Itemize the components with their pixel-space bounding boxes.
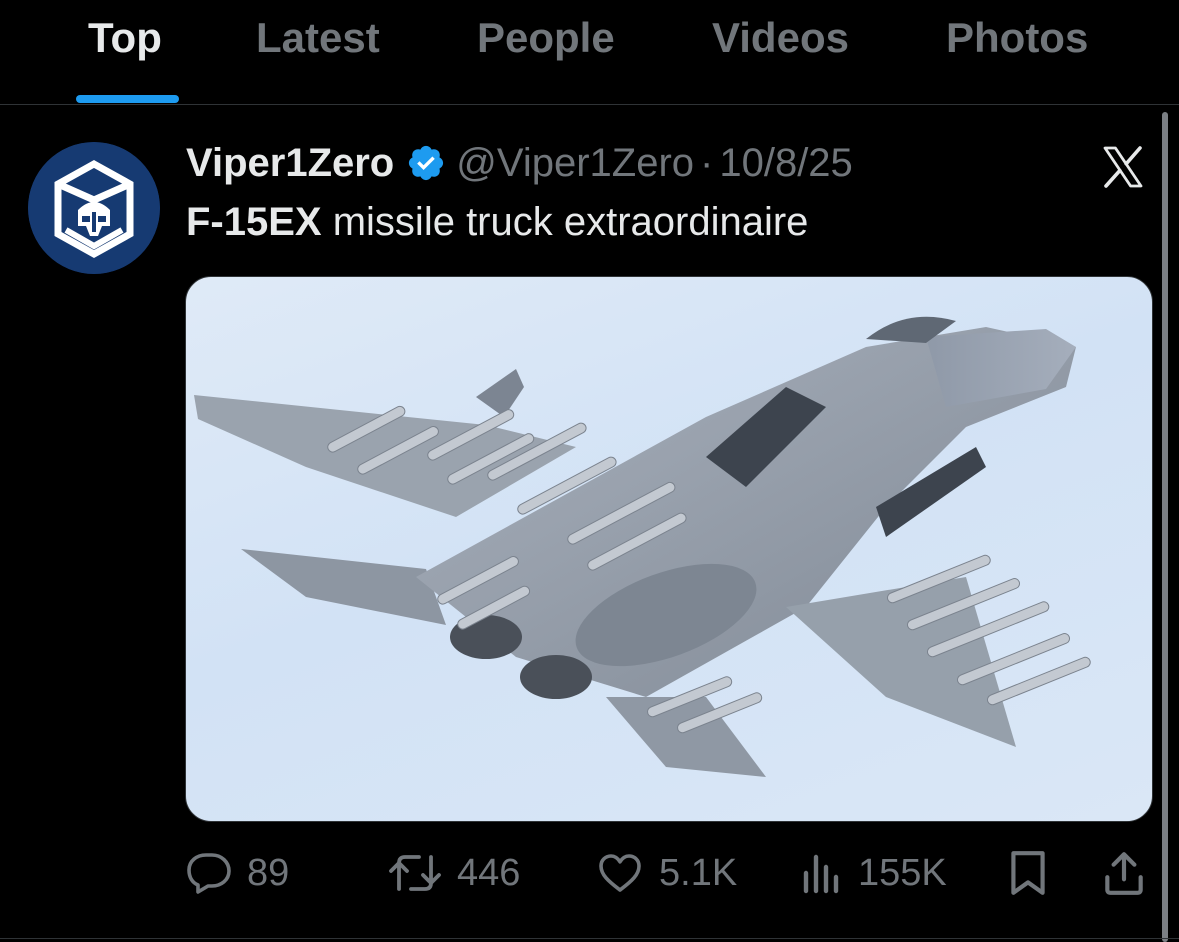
heart-icon bbox=[599, 854, 641, 892]
views-button[interactable]: 155K bbox=[800, 845, 947, 901]
separator-dot: · bbox=[700, 140, 714, 185]
like-button[interactable]: 5.1K bbox=[595, 845, 737, 901]
avatar[interactable] bbox=[28, 142, 160, 274]
tweet-media-image[interactable] bbox=[185, 276, 1153, 822]
tab-videos[interactable]: Videos bbox=[712, 14, 849, 64]
tab-latest[interactable]: Latest bbox=[256, 14, 380, 64]
share-button[interactable] bbox=[1101, 845, 1147, 901]
reply-icon bbox=[187, 853, 231, 894]
tweet-text: F-15EX missile truck extraordinaire bbox=[186, 200, 808, 245]
fighter-jet-photo bbox=[194, 316, 1091, 777]
views-icon bbox=[803, 854, 839, 894]
search-tabs: Top Latest People Videos Photos bbox=[0, 0, 1179, 105]
tab-people[interactable]: People bbox=[477, 14, 615, 64]
tweet-card[interactable]: Viper1Zero @Viper1Zero · 10/8/25 F-15EX … bbox=[0, 105, 1179, 942]
repost-icon bbox=[389, 855, 441, 891]
bookmark-icon bbox=[1011, 851, 1045, 895]
share-icon bbox=[1105, 852, 1143, 895]
x-logo-icon[interactable] bbox=[1098, 143, 1148, 191]
tweet-text-body: missile truck extraordinaire bbox=[321, 200, 809, 244]
verified-badge-icon bbox=[409, 145, 444, 181]
reply-button[interactable]: 89 bbox=[185, 845, 289, 901]
tab-top[interactable]: Top bbox=[88, 14, 162, 64]
divider bbox=[0, 938, 1179, 939]
repost-count: 446 bbox=[457, 851, 521, 894]
repost-button[interactable]: 446 bbox=[387, 845, 520, 901]
bookmark-button[interactable] bbox=[1007, 845, 1049, 901]
active-tab-indicator bbox=[76, 95, 179, 103]
helmet-logo-icon bbox=[28, 142, 160, 274]
display-name[interactable]: Viper1Zero bbox=[186, 141, 394, 186]
tweet-actions: 89 446 5.1K 155K bbox=[185, 845, 1151, 901]
tweet-header: Viper1Zero @Viper1Zero · 10/8/25 bbox=[186, 139, 853, 187]
tweet-text-bold: F-15EX bbox=[186, 200, 322, 244]
scrollbar[interactable] bbox=[1162, 112, 1168, 942]
tab-photos[interactable]: Photos bbox=[946, 14, 1088, 64]
reply-count: 89 bbox=[247, 851, 290, 894]
views-count: 155K bbox=[858, 851, 947, 894]
user-handle[interactable]: @Viper1Zero bbox=[456, 141, 694, 186]
tweet-date[interactable]: 10/8/25 bbox=[719, 141, 852, 186]
like-count: 5.1K bbox=[659, 851, 738, 894]
